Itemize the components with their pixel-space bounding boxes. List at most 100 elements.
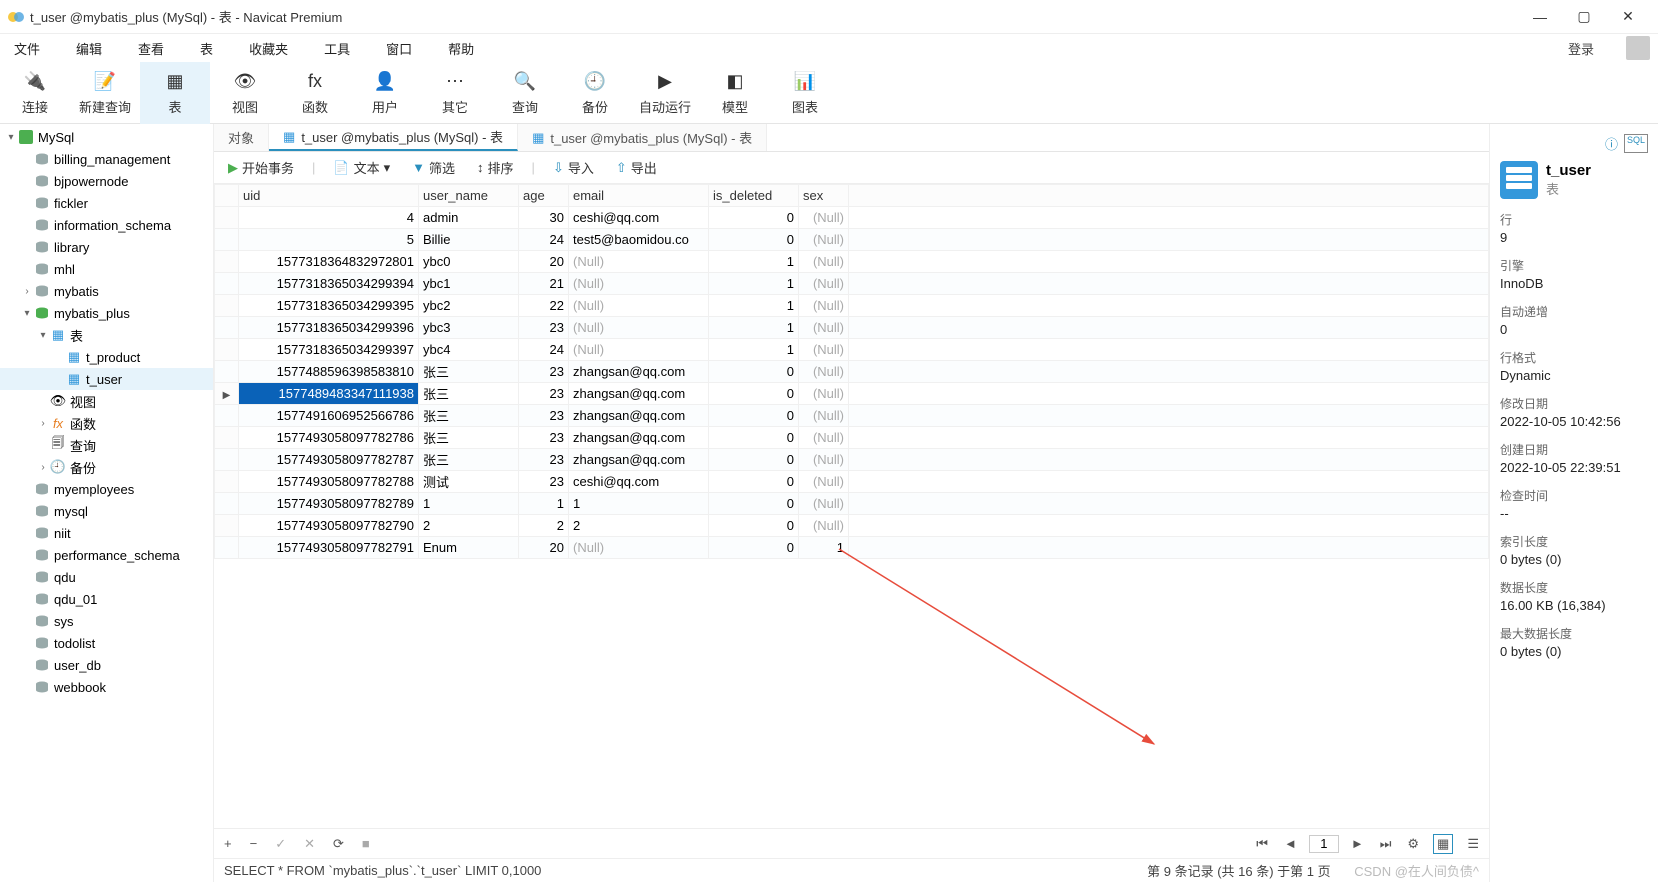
cell[interactable]: 1 — [709, 251, 799, 273]
cell[interactable]: Enum — [419, 537, 519, 559]
tool-backup[interactable]: 🕘备份 — [560, 62, 630, 124]
cell[interactable]: 22 — [519, 295, 569, 317]
next-page-button[interactable]: ► — [1347, 834, 1368, 853]
table-row[interactable]: 1577491606952566786张三23zhangsan@qq.com0(… — [215, 405, 1489, 427]
col-uid[interactable]: uid — [239, 185, 419, 207]
cell[interactable]: 23 — [519, 449, 569, 471]
cell[interactable]: 0 — [709, 361, 799, 383]
cell[interactable]: 21 — [519, 273, 569, 295]
cancel-edit-button[interactable]: ✕ — [300, 834, 319, 854]
cell[interactable]: 1577318364832972801 — [239, 251, 419, 273]
cell[interactable]: (Null) — [569, 537, 709, 559]
menu-1[interactable]: 编辑 — [70, 35, 108, 62]
cell[interactable]: 20 — [519, 537, 569, 559]
filter-button[interactable]: ▼筛选 — [408, 156, 459, 179]
db-fickler[interactable]: fickler — [0, 192, 213, 214]
cell[interactable]: (Null) — [569, 295, 709, 317]
table-row[interactable]: 1577318365034299396ybc323(Null)1(Null) — [215, 317, 1489, 339]
menu-0[interactable]: 文件 — [8, 35, 46, 62]
cell[interactable]: 1577318365034299395 — [239, 295, 419, 317]
db-webbook[interactable]: webbook — [0, 676, 213, 698]
cell[interactable]: (Null) — [799, 493, 849, 515]
cell[interactable]: 测试 — [419, 471, 519, 493]
cell[interactable]: (Null) — [569, 251, 709, 273]
cell[interactable]: (Null) — [799, 251, 849, 273]
cell[interactable]: 1577493058097782789 — [239, 493, 419, 515]
cell[interactable]: 0 — [709, 207, 799, 229]
db-myemployees[interactable]: myemployees — [0, 478, 213, 500]
cell[interactable]: 0 — [709, 471, 799, 493]
table-row[interactable]: 1577318364832972801ybc020(Null)1(Null) — [215, 251, 1489, 273]
cell[interactable]: 0 — [709, 229, 799, 251]
menu-3[interactable]: 表 — [194, 35, 219, 62]
functions-node[interactable]: ›fx函数 — [0, 412, 213, 434]
import-button[interactable]: ⇩导入 — [549, 156, 598, 179]
cell[interactable]: 2 — [519, 515, 569, 537]
remove-row-button[interactable]: − — [246, 834, 262, 853]
cell[interactable]: 2 — [569, 515, 709, 537]
cell[interactable]: 张三 — [419, 361, 519, 383]
table-row[interactable]: 4admin30ceshi@qq.com0(Null) — [215, 207, 1489, 229]
tool-query[interactable]: 🔍查询 — [490, 62, 560, 124]
cell[interactable]: zhangsan@qq.com — [569, 449, 709, 471]
cell[interactable]: (Null) — [799, 229, 849, 251]
menu-5[interactable]: 工具 — [318, 35, 356, 62]
cell[interactable]: 1577493058097782786 — [239, 427, 419, 449]
db-niit[interactable]: niit — [0, 522, 213, 544]
cell[interactable]: zhangsan@qq.com — [569, 383, 709, 405]
cell[interactable]: 20 — [519, 251, 569, 273]
cell[interactable]: 1577493058097782788 — [239, 471, 419, 493]
apply-button[interactable]: ✓ — [271, 834, 290, 854]
table-row[interactable]: 1577493058097782787张三23zhangsan@qq.com0(… — [215, 449, 1489, 471]
connection-node[interactable]: ▾ MySql — [0, 126, 213, 148]
cell[interactable]: (Null) — [799, 295, 849, 317]
cell[interactable]: 0 — [709, 405, 799, 427]
table-row[interactable]: 15774930580977827902220(Null) — [215, 515, 1489, 537]
sort-button[interactable]: ↕排序 — [473, 156, 518, 179]
tool-new-query[interactable]: 📝新建查询 — [70, 62, 140, 124]
cell[interactable]: 1 — [709, 339, 799, 361]
table-row[interactable]: 1577318365034299397ybc424(Null)1(Null) — [215, 339, 1489, 361]
table-row[interactable]: 1577488596398583810张三23zhangsan@qq.com0(… — [215, 361, 1489, 383]
export-button[interactable]: ⇧导出 — [612, 156, 661, 179]
tool-table[interactable]: ▦表 — [140, 62, 210, 124]
cell[interactable]: (Null) — [799, 339, 849, 361]
db-mybatis[interactable]: ›mybatis — [0, 280, 213, 302]
add-row-button[interactable]: + — [220, 834, 236, 853]
cell[interactable]: (Null) — [569, 273, 709, 295]
data-grid[interactable]: uiduser_nameageemailis_deletedsex 4admin… — [214, 184, 1489, 828]
cell[interactable]: zhangsan@qq.com — [569, 427, 709, 449]
table-row[interactable]: 1577318365034299394ybc121(Null)1(Null) — [215, 273, 1489, 295]
col-age[interactable]: age — [519, 185, 569, 207]
cell[interactable]: admin — [419, 207, 519, 229]
maximize-button[interactable]: ▢ — [1562, 8, 1606, 25]
menu-6[interactable]: 窗口 — [380, 35, 418, 62]
table-row[interactable]: 1577493058097782791Enum20(Null)01 — [215, 537, 1489, 559]
cell[interactable]: 1 — [419, 493, 519, 515]
first-page-button[interactable]: ⏮ — [1252, 834, 1272, 854]
views-node[interactable]: 👁视图 — [0, 390, 213, 412]
cell[interactable]: 23 — [519, 471, 569, 493]
cell[interactable]: 24 — [519, 229, 569, 251]
close-button[interactable]: ✕ — [1606, 8, 1650, 25]
cell[interactable]: (Null) — [569, 317, 709, 339]
db-information_schema[interactable]: information_schema — [0, 214, 213, 236]
table-row[interactable]: 15774930580977827891110(Null) — [215, 493, 1489, 515]
cell[interactable]: Billie — [419, 229, 519, 251]
minimize-button[interactable]: — — [1518, 9, 1562, 25]
stop-button[interactable]: ■ — [358, 834, 374, 853]
cell[interactable]: 2 — [419, 515, 519, 537]
cell[interactable]: 1577489483347111938 — [239, 383, 419, 405]
tool-connection[interactable]: 🔌连接 — [0, 62, 70, 124]
cell[interactable]: ybc0 — [419, 251, 519, 273]
table-row[interactable]: 1577318365034299395ybc222(Null)1(Null) — [215, 295, 1489, 317]
tool-function[interactable]: fx函数 — [280, 62, 350, 124]
cell[interactable]: 0 — [709, 515, 799, 537]
cell[interactable]: 张三 — [419, 405, 519, 427]
table-t_user[interactable]: ▦t_user — [0, 368, 213, 390]
cell[interactable]: 23 — [519, 427, 569, 449]
cell[interactable]: 0 — [709, 493, 799, 515]
cell[interactable]: ceshi@qq.com — [569, 207, 709, 229]
tab-1[interactable]: ▦t_user @mybatis_plus (MySql) - 表 — [269, 124, 518, 151]
cell[interactable]: 1577318365034299394 — [239, 273, 419, 295]
